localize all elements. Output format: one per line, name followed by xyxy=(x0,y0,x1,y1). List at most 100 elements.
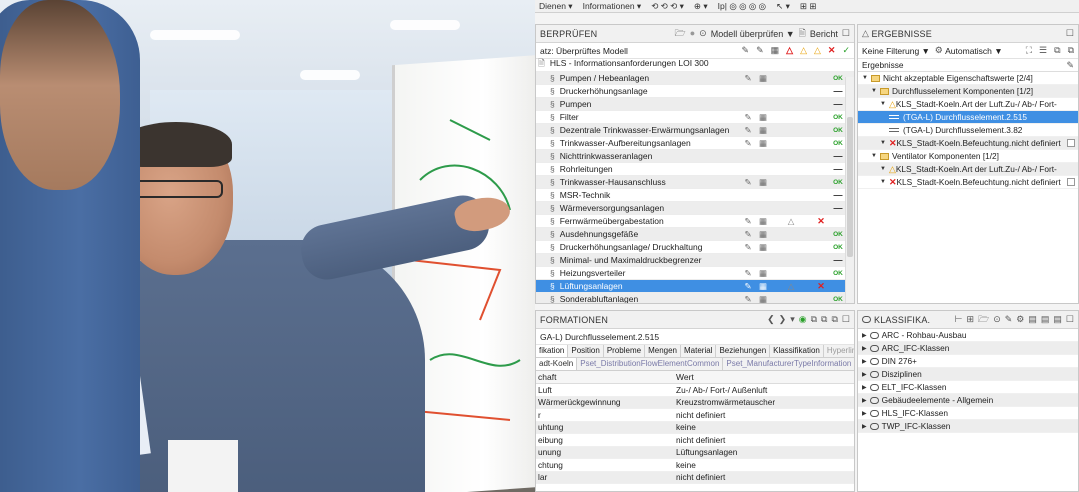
classification-tree-item[interactable]: ▶ ELT_IFC-Klassen xyxy=(858,381,1078,394)
edit-icon[interactable]: ✎ xyxy=(741,112,755,123)
maximize-icon[interactable]: ☐ xyxy=(1066,29,1074,38)
chevron-left-icon[interactable]: ❮ xyxy=(767,315,775,324)
edit-icon[interactable]: ✎ xyxy=(741,125,755,136)
classification-tree-item[interactable]: ▶ TWP_IFC-Klassen xyxy=(858,420,1078,433)
result-tree-item[interactable]: ▼ ✕ KLS_Stadt-Koeln.Befeuchtung.nicht def… xyxy=(858,137,1078,150)
folder-open-icon[interactable]: 🗁 xyxy=(675,29,686,38)
expand-triangle-icon[interactable]: ▼ xyxy=(871,88,877,94)
info-subtab[interactable]: Pset_ManufacturerTypeInformation xyxy=(723,358,854,370)
edit-icon[interactable]: ✎ xyxy=(741,138,755,149)
link-icon[interactable]: ✎ xyxy=(1066,60,1074,70)
info-tab[interactable]: Hyperlinks xyxy=(823,345,854,357)
edit-icon[interactable]: ✎ xyxy=(741,229,755,240)
maximize-icon[interactable]: ☐ xyxy=(842,315,850,324)
check-rule-row[interactable]: § Druckerhöhungsanlage/ Druckhaltung ✎ ▦ OK xyxy=(536,241,854,254)
classification-tree-item[interactable]: ▶ ARC_IFC-Klassen xyxy=(858,342,1078,355)
error-triangle-icon[interactable]: △ xyxy=(786,46,793,55)
check-rule-row[interactable]: § Pumpen / Hebeanlagen ✎ ▦ OK xyxy=(536,72,854,85)
check-rule-row[interactable]: § Pumpen — xyxy=(536,98,854,111)
edit-icon[interactable]: ✎ xyxy=(741,242,755,253)
table-icon[interactable]: ▦ xyxy=(756,112,770,123)
auto-mode-dropdown[interactable]: Automatisch ▼ xyxy=(945,46,1003,56)
expand-triangle-icon[interactable]: ▼ xyxy=(871,153,877,159)
toolbar-menu-item[interactable]: ⊞ ⊞ xyxy=(800,1,817,11)
table-icon[interactable]: ▦ xyxy=(756,268,770,279)
toolbar-menu-item[interactable]: ⊕ ▾ xyxy=(694,1,708,11)
table-icon[interactable]: ▦ xyxy=(756,281,770,292)
check-circle-icon[interactable]: ⊙ xyxy=(699,29,707,38)
property-row[interactable]: chtung keine xyxy=(536,459,854,472)
property-column-header[interactable]: chaft xyxy=(536,372,676,382)
expand-triangle-icon[interactable]: ▶ xyxy=(862,332,867,339)
classification-tree-item[interactable]: ▶ HLS_IFC-Klassen xyxy=(858,407,1078,420)
sync-icon[interactable]: ◉ xyxy=(799,315,807,324)
table-icon[interactable]: ▦ xyxy=(756,242,770,253)
expand-triangle-icon[interactable]: ▶ xyxy=(862,371,867,378)
edit-icon[interactable]: ✎ xyxy=(741,268,755,279)
table-icon[interactable]: ▦ xyxy=(756,138,770,149)
info-subtab[interactable]: Pset_DistributionFlowElementCommon xyxy=(577,358,724,370)
warning-triangle-icon[interactable]: △ xyxy=(800,46,807,55)
check-rule-row[interactable]: § Dezentrale Trinkwasser-Erwärmungsanlage… xyxy=(536,124,854,137)
check-rule-row[interactable]: § Nichttrinkwasseranlagen — xyxy=(536,150,854,163)
edit-icon[interactable]: ✎ xyxy=(741,281,755,292)
fail-x-icon[interactable]: ✕ xyxy=(828,46,836,55)
check-rule-row[interactable]: § Druckerhöhungsanlage — xyxy=(536,85,854,98)
check-model-button[interactable]: Modell überprüfen ▼ xyxy=(711,29,795,39)
toolbar-menu-item[interactable]: ⟲ ⟲ ⟲ ▾ xyxy=(651,1,684,11)
info-tab[interactable]: Position xyxy=(568,345,604,357)
expand-triangle-icon[interactable]: ▶ xyxy=(862,384,867,391)
expand-triangle-icon[interactable]: ▼ xyxy=(880,179,886,185)
hierarchy-icon[interactable]: ⊢ xyxy=(955,315,963,324)
info-tab[interactable]: Material xyxy=(681,345,717,357)
check-scrollbar-thumb[interactable] xyxy=(847,117,853,257)
property-row[interactable]: uhtung keine xyxy=(536,421,854,434)
table-icon[interactable]: ▦ xyxy=(756,73,770,84)
toolbar-menu-item[interactable]: Ip| ◎ ◎ ◎ ◎ xyxy=(718,1,766,11)
results-column-label[interactable]: Ergebnisse xyxy=(862,60,904,70)
report-button[interactable]: Bericht xyxy=(810,29,838,39)
copy-icon[interactable]: ⧉ xyxy=(811,315,817,324)
result-tree-item[interactable]: ▼ Nicht akzeptable Eigenschaftswerte [2/4… xyxy=(858,72,1078,85)
gear-icon[interactable]: ⚙ xyxy=(1016,315,1024,324)
link-icon[interactable]: ✎ xyxy=(742,46,750,55)
edit-icon[interactable]: ✎ xyxy=(741,177,755,188)
check-rule-row[interactable]: § Heizungsverteiler ✎ ▦ OK xyxy=(536,267,854,280)
info-tab[interactable]: Beziehungen xyxy=(716,345,771,357)
expand-triangle-icon[interactable]: ▶ xyxy=(862,345,867,352)
check-rule-row[interactable]: § Sonderabluftanlagen ✎ ▦ OK xyxy=(536,293,854,304)
toolbar-menu-item[interactable]: ↖ ▾ xyxy=(776,1,790,11)
classification-tree-item[interactable]: ▶ Gebäudeelemente - Allgemein xyxy=(858,394,1078,407)
property-row[interactable]: eibung nicht definiert xyxy=(536,434,854,447)
classification-tree-item[interactable]: ▶ ARC - Rohbau-Ausbau xyxy=(858,329,1078,342)
expand-triangle-icon[interactable]: ▼ xyxy=(880,101,886,107)
tree-icon[interactable]: ⊞ xyxy=(966,315,974,324)
save-icon[interactable]: ▤ xyxy=(1053,315,1062,324)
table-icon[interactable]: ▦ xyxy=(756,294,770,304)
result-tree-item[interactable]: (TGA-L) Durchflusselement.2.515 xyxy=(858,111,1078,124)
expand-triangle-icon[interactable]: ▶ xyxy=(862,397,867,404)
property-row[interactable]: Wärmerückgewinnung Kreuzstromwärmetausche… xyxy=(536,396,854,409)
result-tree-item[interactable]: ▼ Ventilator Komponenten [1/2] xyxy=(858,150,1078,163)
edit-icon[interactable]: ✎ xyxy=(756,46,764,55)
toolbar-menu-item[interactable]: Informationen ▾ xyxy=(583,1,642,11)
classification-tree-item[interactable]: ▶ DIN 276+ xyxy=(858,355,1078,368)
expand-triangle-icon[interactable]: ▶ xyxy=(862,410,867,417)
check-rule-row[interactable]: § Ausdehnungsgefäße ✎ ▦ OK xyxy=(536,228,854,241)
result-tree-item[interactable]: ▼ Durchflusselement Komponenten [1/2] xyxy=(858,85,1078,98)
info-tab[interactable]: fikation xyxy=(536,345,569,357)
value-column-header[interactable]: Wert xyxy=(676,372,846,382)
expand-triangle-icon[interactable]: ▶ xyxy=(862,423,867,430)
result-tree-item[interactable]: ▼ △ KLS_Stadt-Koeln.Art der Luft.Zu-/ Ab-… xyxy=(858,163,1078,176)
result-tree-item[interactable]: ▼ △ KLS_Stadt-Koeln.Art der Luft.Zu-/ Ab-… xyxy=(858,98,1078,111)
copy-icon[interactable]: ⧉ xyxy=(831,315,837,324)
table-icon[interactable]: ▦ xyxy=(756,229,770,240)
report-icon[interactable]: 🗎 xyxy=(799,29,806,38)
info-tab[interactable]: Probleme xyxy=(603,345,646,357)
check-root-row[interactable]: 🗎 HLS - Informationsanforderungen LOI 300 xyxy=(536,58,854,72)
check-rule-row[interactable]: § Trinkwasser-Hausanschluss ✎ ▦ OK xyxy=(536,176,854,189)
result-tree-item[interactable]: ▼ ✕ KLS_Stadt-Koeln.Befeuchtung.nicht def… xyxy=(858,176,1078,189)
check-rule-row[interactable]: § Lüftungsanlagen ✎ ▦ △ ✕ xyxy=(536,280,854,293)
folder-open-icon[interactable]: 🗁 xyxy=(978,315,989,324)
chevron-down-icon[interactable]: ▾ xyxy=(790,315,795,324)
